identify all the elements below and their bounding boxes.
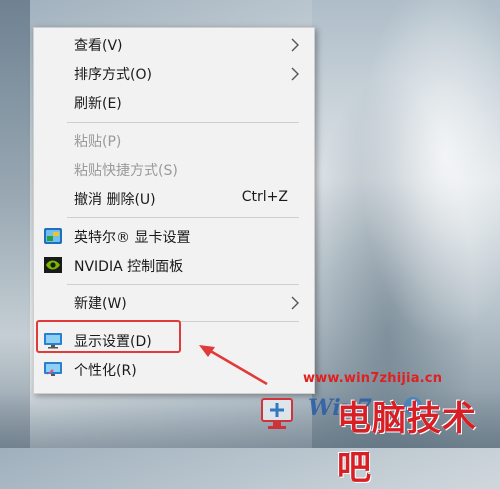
menu-item-view[interactable]: 查看(V) — [34, 30, 314, 59]
menu-item-undo-delete[interactable]: 撤消 删除(U) Ctrl+Z — [34, 184, 314, 213]
menu-item-sort-by[interactable]: 排序方式(O) — [34, 59, 314, 88]
chevron-right-icon — [291, 38, 299, 52]
menu-item-label: 粘贴快捷方式(S) — [74, 163, 178, 179]
menu-item-label: NVIDIA 控制面板 — [74, 259, 184, 275]
menu-item-paste-shortcut: 粘贴快捷方式(S) — [34, 155, 314, 184]
menu-item-shortcut: Ctrl+Z — [241, 189, 288, 205]
menu-item-label: 查看(V) — [74, 38, 123, 54]
menu-item-label: 排序方式(O) — [74, 67, 152, 83]
menu-item-label: 粘贴(P) — [74, 134, 122, 150]
menu-item-intel-graphics[interactable]: 英特尔® 显卡设置 — [34, 222, 314, 251]
highlight-box — [36, 320, 181, 353]
menu-separator — [67, 217, 299, 218]
menu-item-new[interactable]: 新建(W) — [34, 288, 314, 317]
menu-item-nvidia-control-panel[interactable]: NVIDIA 控制面板 — [34, 251, 314, 280]
menu-item-label: 撤消 删除(U) — [74, 192, 156, 208]
desktop-background-left — [0, 0, 30, 448]
intel-graphics-icon — [44, 228, 62, 244]
menu-item-label: 个性化(R) — [74, 363, 137, 379]
menu-item-label: 新建(W) — [74, 296, 127, 312]
menu-item-label: 刷新(E) — [74, 96, 122, 112]
personalize-icon — [44, 362, 62, 376]
watermark-url: www.win7zhijia.cn — [303, 371, 443, 386]
menu-separator — [67, 122, 299, 123]
chevron-right-icon — [291, 67, 299, 81]
menu-item-refresh[interactable]: 刷新(E) — [34, 88, 314, 117]
menu-item-label: 英特尔® 显卡设置 — [74, 230, 191, 246]
watermark-brand: 电脑技术吧 — [337, 399, 477, 488]
annotation-arrow-icon — [199, 345, 268, 386]
menu-item-paste: 粘贴(P) — [34, 126, 314, 155]
chevron-right-icon — [291, 296, 299, 310]
menu-separator — [67, 284, 299, 285]
nvidia-icon — [44, 257, 62, 273]
